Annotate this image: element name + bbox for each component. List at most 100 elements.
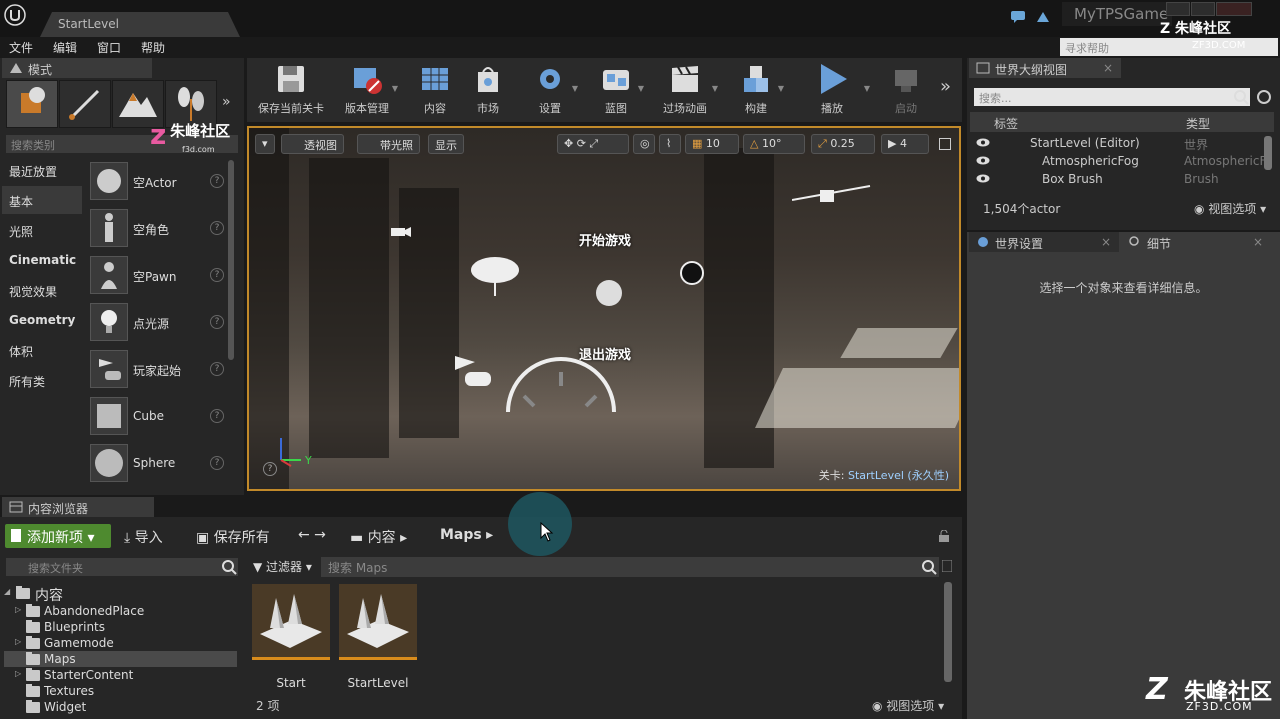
outliner-row[interactable]: StartLevel (Editor) 世界 (970, 134, 1262, 152)
maximize-button[interactable] (1191, 2, 1215, 16)
category-volumes[interactable]: 体积 (2, 336, 82, 364)
tree-folder[interactable]: ▷ StarterContent (0, 667, 240, 683)
tree-folder[interactable]: ▷ Gamemode (0, 635, 240, 651)
chat-icon[interactable] (1010, 10, 1026, 24)
world-settings-tab[interactable]: 世界设置 × (969, 232, 1119, 252)
minimize-button[interactable] (1166, 2, 1190, 16)
save-all-button[interactable]: ▣ 保存所有 (196, 527, 270, 547)
marketplace-button[interactable]: 市场 (466, 60, 510, 120)
help-icon[interactable]: ? (210, 362, 224, 376)
asset-scrollbar[interactable] (944, 582, 952, 682)
category-geometry[interactable]: Geometry (2, 306, 82, 334)
asset-search-input[interactable]: 搜索 Maps (321, 557, 939, 577)
paint-mode-button[interactable] (59, 80, 111, 128)
viewport-help-icon[interactable]: ? (263, 462, 277, 476)
outliner-row[interactable]: Box Brush Brush (970, 170, 1262, 188)
outliner-row[interactable]: AtmosphericFog AtmosphericF (970, 152, 1266, 170)
more-modes-icon[interactable]: » (222, 94, 231, 110)
outliner-settings-icon[interactable] (1254, 88, 1274, 106)
category-lights[interactable]: 光照 (2, 216, 82, 244)
lock-icon[interactable] (938, 530, 950, 542)
visibility-eye-icon[interactable] (976, 156, 990, 165)
world-outliner-tab[interactable]: 世界大纲视图 × (969, 58, 1121, 78)
asset-tile[interactable] (252, 584, 330, 660)
tree-folder[interactable]: Blueprints (0, 619, 240, 635)
search-icon[interactable] (1232, 88, 1250, 106)
menu-edit[interactable]: 编辑 (53, 39, 77, 56)
place-item-empty-actor[interactable]: 空Actor? (86, 160, 226, 204)
help-icon[interactable]: ? (210, 315, 224, 329)
modes-tab[interactable]: 模式 (2, 58, 152, 78)
help-icon[interactable]: ? (210, 268, 224, 282)
menu-window[interactable]: 窗口 (97, 39, 121, 56)
visibility-eye-icon[interactable] (976, 138, 990, 147)
world-space-icon[interactable]: ◎ (633, 134, 655, 154)
help-icon[interactable]: ? (210, 456, 224, 470)
category-cinematic[interactable]: Cinematic (2, 246, 82, 274)
tree-root-content[interactable]: ◢ 内容 (0, 585, 240, 604)
place-item-sphere[interactable]: Sphere? (86, 442, 226, 486)
grid-snap-button[interactable]: ▦ 10 (685, 134, 739, 154)
surface-snap-icon[interactable]: ⌇ (659, 134, 681, 154)
help-icon[interactable]: ? (210, 409, 224, 423)
place-item-empty-pawn[interactable]: 空Pawn? (86, 254, 226, 298)
tree-folder[interactable]: Widget (0, 699, 240, 715)
maximize-viewport-icon[interactable] (939, 138, 951, 150)
lit-mode-button[interactable]: 带光照 (357, 134, 420, 154)
folder-search-input[interactable]: 搜索文件夹 (6, 558, 238, 576)
asset-tile[interactable] (339, 584, 417, 660)
search-icon[interactable] (920, 558, 938, 576)
column-label[interactable]: 标签 (994, 115, 1018, 132)
back-forward-buttons[interactable]: ← → (298, 527, 326, 543)
breadcrumb-content[interactable]: ▬ 内容 ▸ (350, 527, 407, 547)
save-search-icon[interactable] (942, 560, 952, 572)
perspective-button[interactable]: 透视图 (281, 134, 344, 154)
rotation-snap-button[interactable]: △ 10° (743, 134, 805, 154)
help-icon[interactable]: ? (210, 174, 224, 188)
filters-button[interactable]: ▼ 过滤器 ▾ (253, 558, 312, 575)
viewport-options-button[interactable]: ▾ (255, 134, 275, 154)
place-item-point-light[interactable]: 点光源? (86, 301, 226, 345)
content-view-options[interactable]: ◉ 视图选项 ▾ (872, 697, 944, 714)
menu-file[interactable]: 文件 (9, 39, 33, 56)
content-browser-tab[interactable]: 内容浏览器 (2, 497, 154, 517)
camera-speed-button[interactable]: ▶ 4 (881, 134, 929, 154)
place-mode-button[interactable] (6, 80, 58, 128)
cinematics-button[interactable]: 过场动画 ▼ (652, 60, 718, 120)
content-button[interactable]: 内容 (410, 60, 460, 120)
column-type[interactable]: 类型 (1186, 115, 1210, 132)
play-button[interactable]: 播放 ▼ (804, 60, 870, 120)
details-tab[interactable]: 细节 × (1121, 232, 1271, 252)
outliner-search-input[interactable]: 搜索... (974, 88, 1250, 106)
category-visual-effects[interactable]: 视觉效果 (2, 276, 82, 304)
modes-scrollbar[interactable] (228, 160, 234, 360)
feedback-icon[interactable] (1035, 10, 1051, 24)
close-tab-icon[interactable]: × (1253, 235, 1263, 249)
source-control-button[interactable]: 版本管理 ▼ (336, 60, 398, 120)
settings-button[interactable]: 设置 ▼ (522, 60, 578, 120)
search-icon[interactable] (220, 558, 238, 576)
tree-folder[interactable]: ▷ AbandonedPlace (0, 603, 240, 619)
category-recent[interactable]: 最近放置 (2, 156, 82, 184)
blueprints-button[interactable]: 蓝图 ▼ (588, 60, 644, 120)
breadcrumb-maps[interactable]: Maps ▸ (440, 527, 493, 543)
import-button[interactable]: ⤓ 导入 (124, 527, 163, 547)
transform-tools[interactable]: ✥ ⟳ ⤢ (557, 134, 629, 154)
more-toolbar-icon[interactable]: » (940, 76, 951, 97)
close-button[interactable] (1216, 2, 1252, 16)
visibility-eye-icon[interactable] (976, 174, 990, 183)
launch-button[interactable]: 启动 (878, 60, 934, 120)
add-new-button[interactable]: 添加新项 ▾ (5, 524, 111, 548)
place-item-player-start[interactable]: 玩家起始? (86, 348, 226, 392)
show-button[interactable]: 显示 (428, 134, 464, 154)
level-viewport[interactable]: ▾ 透视图 带光照 显示 ✥ ⟳ ⤢ ◎ ⌇ ▦ 10 △ 10° ⤢ 0.25… (247, 126, 961, 491)
menu-help[interactable]: 帮助 (141, 39, 165, 56)
tree-folder[interactable]: Textures (0, 683, 240, 699)
level-tab[interactable]: StartLevel (40, 12, 240, 37)
help-icon[interactable]: ? (210, 221, 224, 235)
tree-folder-selected[interactable]: Maps (4, 651, 237, 667)
scale-snap-button[interactable]: ⤢ 0.25 (811, 134, 875, 154)
close-tab-icon[interactable]: × (1103, 61, 1113, 75)
save-level-button[interactable]: 保存当前关卡 (252, 60, 330, 120)
outliner-scrollbar[interactable] (1264, 136, 1272, 170)
